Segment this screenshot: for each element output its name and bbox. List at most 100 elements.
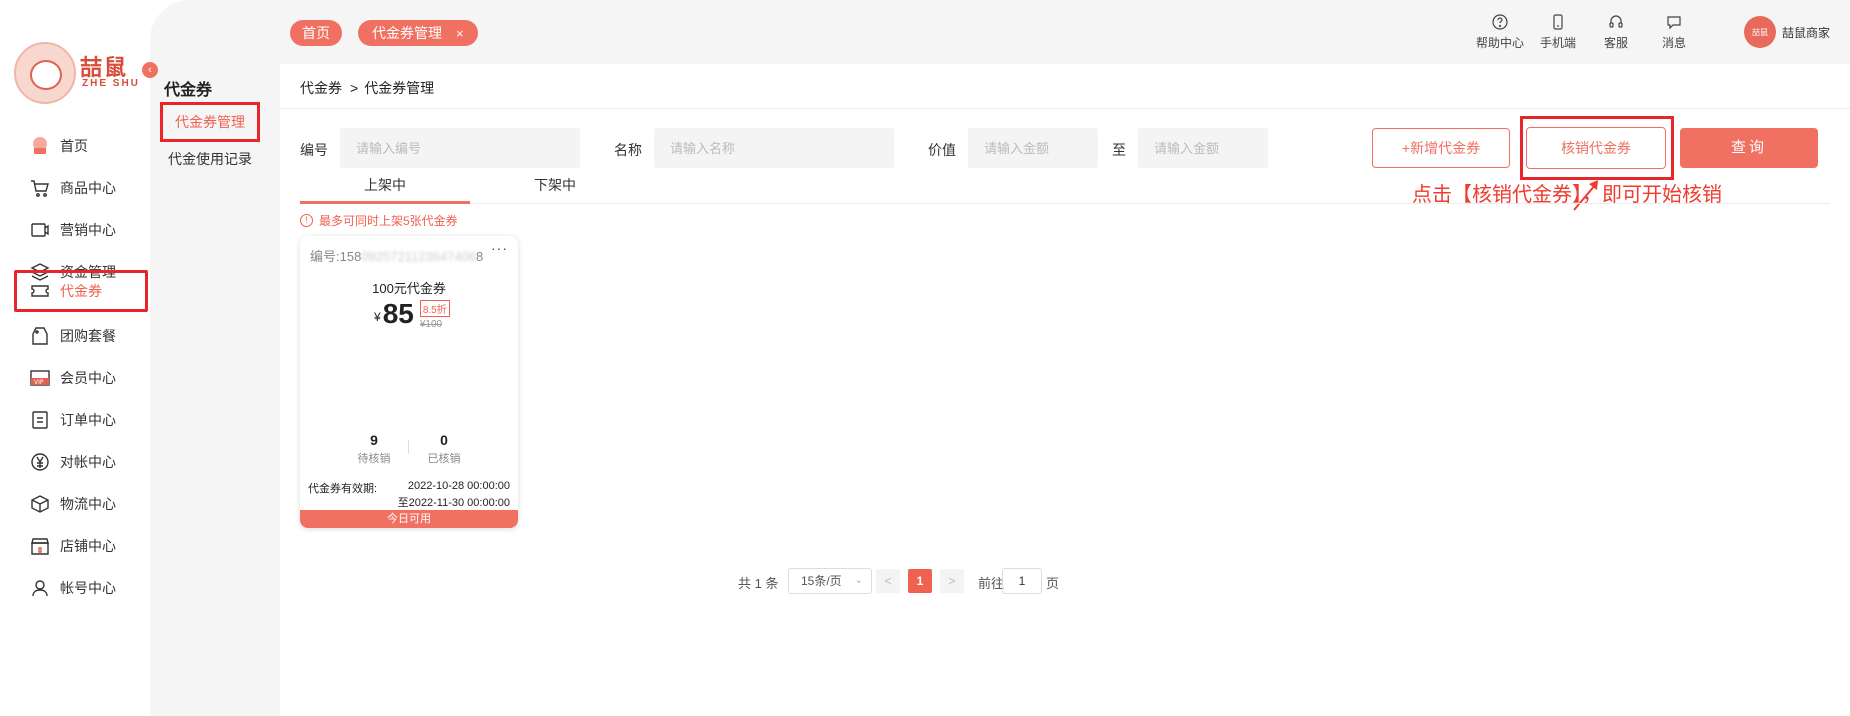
notice: ! 最多可同时上架5张代金券 (300, 212, 458, 229)
goto-label: 前往 (978, 576, 1005, 591)
nav-label: 营销中心 (60, 222, 116, 238)
home-icon (28, 134, 52, 158)
stat-divider (408, 440, 409, 454)
coupon-id-label: 编号: (310, 249, 340, 264)
logo-mascot (14, 42, 76, 104)
breadcrumb-current: 代金券管理 (364, 80, 435, 96)
chevron-down-icon: ⌄ (854, 575, 863, 586)
sub-item-usage-records[interactable]: 代金使用记录 (160, 142, 260, 182)
vip-icon: VIP (28, 366, 52, 390)
coupon-id-prefix: 158 (339, 249, 362, 264)
goto-page-input[interactable]: 1 (1002, 568, 1042, 594)
nav-item-home[interactable]: 首页 (14, 122, 148, 170)
mobile-button[interactable]: 手机端 (1528, 14, 1588, 51)
collapse-sidebar-button[interactable]: ‹ (142, 62, 158, 78)
customer-service-button[interactable]: 客服 (1586, 14, 1646, 51)
service-label: 客服 (1603, 36, 1628, 50)
breadcrumb-separator: > (350, 80, 359, 96)
verify-coupon-button[interactable]: 核销代金券 (1526, 127, 1666, 169)
filter-value-from-input[interactable] (968, 128, 1098, 168)
prev-page-button[interactable]: < (876, 569, 900, 593)
pending-stat: 9 待核销 (344, 432, 404, 466)
goto-suffix: 页 (1046, 576, 1060, 591)
validity-label: 代金券有效期: (308, 483, 378, 495)
close-icon[interactable]: × (456, 26, 464, 41)
sub-nav-title: 代金券 (164, 82, 213, 99)
available-today-badge: 今日可用 (300, 510, 518, 528)
nav-item-group-buy[interactable]: 团购套餐 (14, 312, 148, 360)
nav-label: 物流中心 (60, 496, 116, 512)
mobile-label: 手机端 (1539, 36, 1576, 50)
more-icon[interactable]: ··· (491, 240, 508, 256)
query-button[interactable]: 查询 (1680, 128, 1818, 168)
nav-item-orders[interactable]: 订单中心 (14, 396, 148, 444)
filter-name-label: 名称 (614, 142, 642, 158)
nav-item-members[interactable]: VIP 会员中心 (14, 354, 148, 402)
nav-item-store[interactable]: 店铺中心 (14, 522, 148, 570)
chat-icon (1644, 14, 1704, 34)
nav-item-products[interactable]: 商品中心 (14, 164, 148, 212)
filter-name-input[interactable] (654, 128, 894, 168)
help-icon (1470, 14, 1530, 34)
pending-count: 9 (370, 432, 378, 448)
sub-item-coupon-management[interactable]: 代金券管理 (160, 102, 260, 142)
marketing-icon (28, 218, 52, 242)
page-number-1[interactable]: 1 (908, 569, 932, 593)
filter-no-label: 编号 (300, 142, 328, 158)
nav-label: 首页 (60, 138, 88, 154)
coupon-price: ¥ 85 8.5折 ¥100 (374, 298, 450, 330)
nav-item-account[interactable]: 帐号中心 (14, 564, 148, 612)
logo-subtext: ZHE SHU (82, 78, 140, 89)
filter-value-label: 价值 (928, 142, 956, 158)
nav-item-marketing[interactable]: 营销中心 (14, 206, 148, 254)
nav-item-logistics[interactable]: 物流中心 (14, 480, 148, 528)
filter-no-input[interactable] (340, 128, 580, 168)
coupon-id-suffix: 8 (476, 249, 484, 264)
nav-label: 会员中心 (60, 370, 116, 386)
nav-label: 对帐中心 (60, 454, 116, 470)
next-page-button[interactable]: > (940, 569, 964, 593)
coupon-name: 100元代金券 (372, 281, 446, 296)
nav-label: 订单中心 (60, 412, 116, 428)
main-content: 代金券>代金券管理 编号 名称 价值 至 +新增代金券 核销代金券 查询 点击【… (280, 64, 1850, 716)
user-menu[interactable]: 喆鼠 喆鼠商家 (1744, 16, 1830, 48)
tab-home[interactable]: 首页 (290, 20, 342, 46)
box-icon (28, 492, 52, 516)
headset-icon (1586, 14, 1646, 34)
message-label: 消息 (1661, 36, 1686, 50)
logo: 喆鼠 ZHE SHU (14, 38, 154, 108)
breadcrumb: 代金券 > 代金券管理 (300, 78, 434, 98)
user-name: 喆鼠商家 (1782, 25, 1831, 40)
nav-label: 商品中心 (60, 180, 116, 196)
original-price: ¥100 (419, 319, 443, 330)
validity-start: 2022-10-28 00:00:00 (407, 480, 510, 492)
filter-value-to-input[interactable] (1138, 128, 1268, 168)
tab-coupon-management[interactable]: 代金券管理 × (358, 20, 478, 46)
nav-label: 代金券 (60, 283, 102, 299)
verified-label: 已核销 (427, 453, 461, 465)
help-center-button[interactable]: 帮助中心 (1470, 14, 1530, 51)
status-tabs: 上架中 下架中 (300, 172, 1830, 204)
coupon-id: 编号:15809257211236474068 (310, 246, 483, 265)
total-count: 共 1 条 (738, 576, 779, 591)
nav-item-reconcile[interactable]: 对帐中心 (14, 438, 148, 486)
filter-range-to: 至 (1112, 142, 1126, 158)
sub-navigation: 代金券 代金券管理 代金使用记录 (150, 0, 280, 716)
add-coupon-button[interactable]: +新增代金券 (1372, 128, 1510, 168)
tab-label: 代金券管理 (372, 25, 442, 41)
nav-label: 团购套餐 (60, 328, 116, 344)
avatar: 喆鼠 (1744, 16, 1776, 48)
coupon-card[interactable]: 编号:15809257211236474068 ··· 100元代金券 ¥ 85… (300, 236, 518, 528)
tab-off-shelf[interactable]: 下架中 (470, 172, 640, 204)
currency-symbol: ¥ (374, 310, 381, 324)
validity-end: 至2022-11-30 00:00:00 (397, 497, 510, 509)
verified-stat: 0 已核销 (414, 432, 474, 466)
nav-item-coupons[interactable]: 代金券 (14, 270, 148, 312)
main-sidebar: 喆鼠 ZHE SHU ‹ 首页 商品中心 营销中心 资金管理 代金券 团购套餐 … (0, 0, 158, 716)
svg-text:VIP: VIP (34, 379, 44, 386)
page-size-select[interactable]: 15条/页 ⌄ (788, 568, 872, 594)
breadcrumb-root[interactable]: 代金券 (300, 80, 342, 96)
messages-button[interactable]: 消息 (1644, 14, 1704, 51)
warning-icon: ! (300, 214, 313, 227)
tab-on-shelf[interactable]: 上架中 (300, 172, 470, 204)
